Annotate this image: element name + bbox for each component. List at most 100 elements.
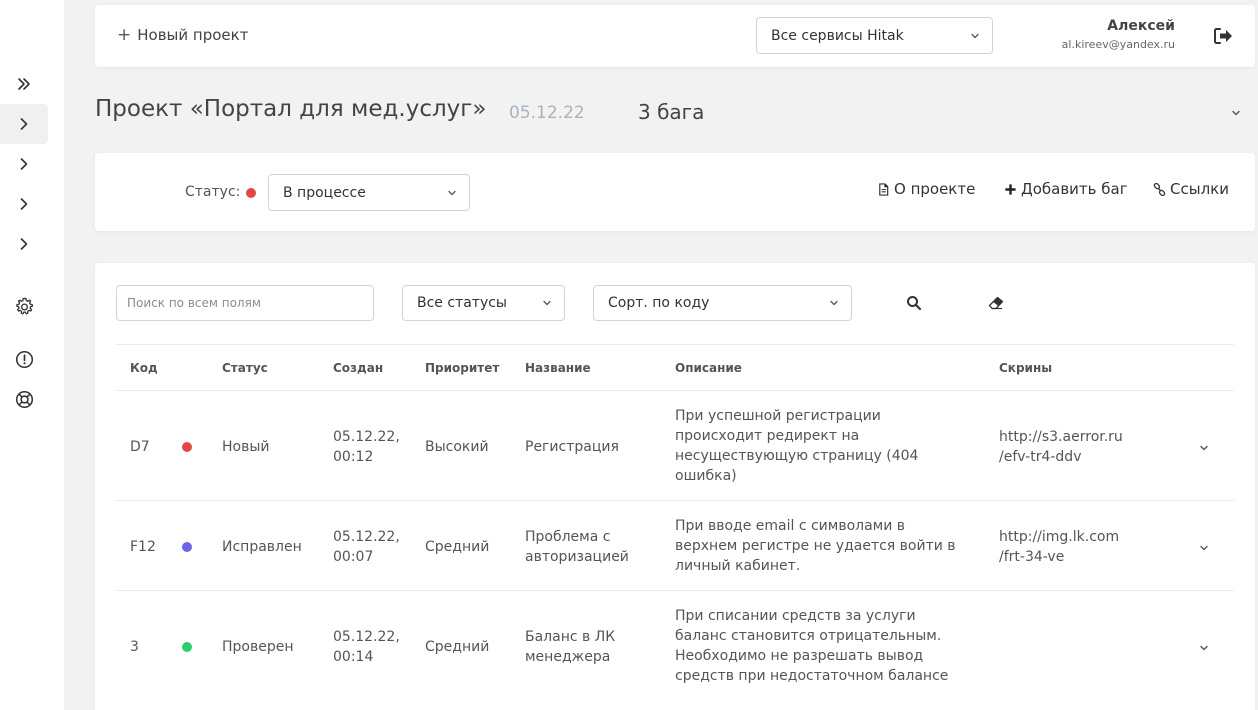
plus-icon: + xyxy=(117,24,132,45)
cell-created: 05.12.22, 00:14 xyxy=(333,627,400,667)
expand-row-chevron-icon[interactable] xyxy=(1198,542,1210,554)
cell-priority: Средний xyxy=(425,639,490,655)
chevron-down-icon xyxy=(830,300,838,306)
add-bug-label: Добавить баг xyxy=(1021,180,1128,198)
project-date: 05.12.22 xyxy=(509,103,585,123)
table-row[interactable]: D7 Новый 05.12.22, 00:12 Высокий Регистр… xyxy=(116,391,1234,501)
header-status[interactable]: Статус xyxy=(222,361,268,375)
created-time: 00:12 xyxy=(333,449,374,465)
cell-name: Регистрация xyxy=(525,437,619,457)
collapse-chevron-icon[interactable] xyxy=(1230,107,1242,119)
user-name: Алексей xyxy=(1107,18,1175,34)
cell-description: При списании средств за услуги баланс ст… xyxy=(675,606,948,686)
cell-status: Новый xyxy=(222,439,270,455)
name-line: Баланс в ЛК xyxy=(525,629,616,645)
cell-priority: Высокий xyxy=(425,439,489,455)
created-date: 05.12.22, xyxy=(333,429,400,445)
services-select[interactable]: Все сервисы Hitak xyxy=(756,17,993,54)
project-status-panel: Статус: В процессе О проекте Добавить ба… xyxy=(95,153,1255,231)
sidebar xyxy=(0,0,64,710)
header-priority[interactable]: Приоритет xyxy=(425,361,499,375)
status-filter-select[interactable]: Все статусы xyxy=(402,285,565,321)
cell-name: Проблема с авторизацией xyxy=(525,527,629,567)
chevron-down-icon xyxy=(448,190,456,195)
expand-row-chevron-icon[interactable] xyxy=(1198,642,1210,654)
project-status-value: В процессе xyxy=(283,184,366,201)
table-row[interactable]: 3 Проверен 05.12.22, 00:14 Средний Балан… xyxy=(116,591,1234,701)
sidebar-item-4[interactable] xyxy=(0,224,48,264)
table-row[interactable]: F12 Исправлен 05.12.22, 00:07 Средний Пр… xyxy=(116,501,1234,591)
search-icon[interactable] xyxy=(906,295,922,311)
settings-button[interactable] xyxy=(0,286,48,326)
description-line: баланс становится отрицательным. xyxy=(675,628,942,644)
alert-circle-icon xyxy=(15,350,33,368)
alert-button[interactable] xyxy=(0,339,48,379)
expand-row-chevron-icon[interactable] xyxy=(1198,442,1210,454)
cell-name: Баланс в ЛК менеджера xyxy=(525,627,615,667)
created-time: 00:07 xyxy=(333,549,374,565)
support-button[interactable] xyxy=(0,379,48,419)
description-line: личный кабинет. xyxy=(675,558,801,574)
header-created[interactable]: Создан xyxy=(333,361,383,375)
links-label: Ссылки xyxy=(1170,180,1229,198)
double-chevron-right-icon xyxy=(18,78,30,90)
screen-link-line: http://s3.aerror.ru xyxy=(999,429,1123,445)
header-code[interactable]: Код xyxy=(130,361,158,375)
sidebar-expand-button[interactable] xyxy=(0,64,48,104)
services-select-value: Все сервисы Hitak xyxy=(771,27,904,44)
chevron-right-icon xyxy=(20,158,28,170)
cell-code: F12 xyxy=(130,539,156,555)
about-project-button[interactable]: О проекте xyxy=(877,180,975,198)
eraser-icon[interactable] xyxy=(988,296,1004,310)
name-line: Регистрация xyxy=(525,439,619,455)
status-indicator xyxy=(246,188,256,198)
cell-code: 3 xyxy=(130,639,139,655)
created-time: 00:14 xyxy=(333,649,374,665)
status-dot xyxy=(182,442,192,452)
header-screens[interactable]: Скрины xyxy=(999,361,1052,375)
links-button[interactable]: Ссылки xyxy=(1153,180,1229,198)
about-project-label: О проекте xyxy=(894,180,976,198)
description-line: средств при недостаточном балансе xyxy=(675,668,949,684)
description-line: ошибка) xyxy=(675,468,737,484)
screen-link-line: http://img.lk.com xyxy=(999,529,1120,545)
description-line: Необходимо не разрешать вывод xyxy=(675,648,924,664)
sort-select[interactable]: Сорт. по коду xyxy=(593,285,852,321)
name-line: менеджера xyxy=(525,649,611,665)
cell-screens[interactable]: http://s3.aerror.ru /efv-tr4-ddv xyxy=(999,427,1123,467)
bug-count: 3 бага xyxy=(638,100,705,124)
top-bar: + Новый проект Все сервисы Hitak Алексей… xyxy=(95,5,1255,67)
search-input[interactable] xyxy=(116,285,374,321)
created-date: 05.12.22, xyxy=(333,529,400,545)
header-description[interactable]: Описание xyxy=(675,361,742,375)
lifebuoy-icon xyxy=(15,390,33,408)
gear-icon xyxy=(15,297,33,314)
name-line: авторизацией xyxy=(525,549,629,565)
cell-status: Исправлен xyxy=(222,539,302,555)
description-line: несуществующую страницу (404 xyxy=(675,448,919,464)
logout-icon[interactable] xyxy=(1213,27,1233,45)
header-name[interactable]: Название xyxy=(525,361,591,375)
description-line: При успешной регистрации xyxy=(675,408,881,424)
link-icon xyxy=(1153,182,1166,196)
cell-created: 05.12.22, 00:12 xyxy=(333,427,400,467)
add-bug-button[interactable]: Добавить баг xyxy=(1004,180,1128,198)
page-title: Проект «Портал для мед.услуг» xyxy=(95,96,487,122)
cell-description: При успешной регистрации происходит реди… xyxy=(675,406,918,486)
new-project-button[interactable]: + Новый проект xyxy=(117,26,248,44)
cell-screens[interactable]: http://img.lk.com /frt-34-ve xyxy=(999,527,1119,567)
cell-code: D7 xyxy=(130,439,150,455)
chevron-right-icon xyxy=(20,118,28,130)
chevron-right-icon xyxy=(20,238,28,250)
bugs-table-panel: Все статусы Сорт. по коду Код Статус Соз… xyxy=(95,263,1255,710)
sidebar-item-3[interactable] xyxy=(0,184,48,224)
user-email: al.kireev@yandex.ru xyxy=(1061,38,1175,51)
chevron-down-icon xyxy=(543,300,551,306)
screen-link-line: /efv-tr4-ddv xyxy=(999,449,1082,465)
created-date: 05.12.22, xyxy=(333,629,400,645)
description-line: При вводе email с символами в xyxy=(675,518,906,534)
sidebar-item-1[interactable] xyxy=(0,104,48,144)
project-status-select[interactable]: В процессе xyxy=(268,174,470,211)
sidebar-item-2[interactable] xyxy=(0,144,48,184)
user-info: Алексей al.kireev@yandex.ru xyxy=(1062,18,1175,51)
